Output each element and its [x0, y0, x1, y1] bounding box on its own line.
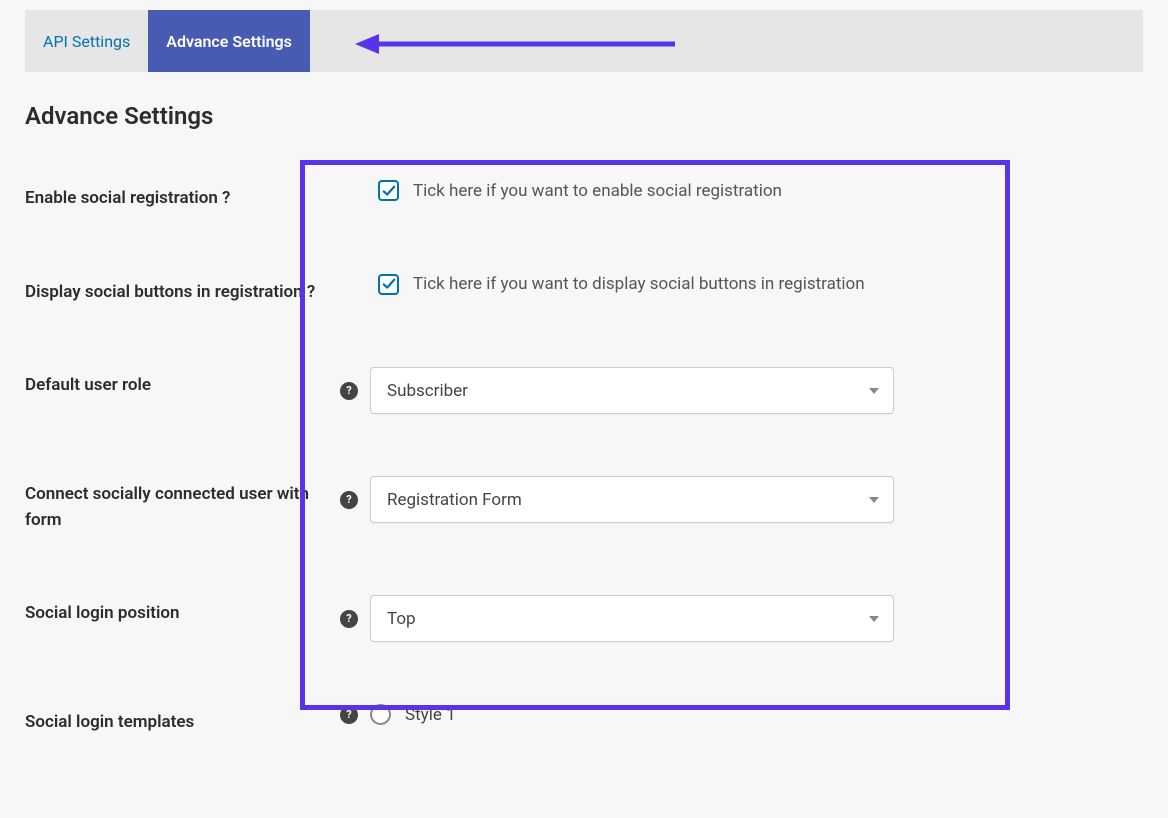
help-icon[interactable]: ?	[340, 382, 358, 400]
settings-content: Advance Settings Enable social registrat…	[0, 72, 1168, 818]
help-icon[interactable]: ?	[340, 610, 358, 628]
select-default-user-role[interactable]: Subscriber	[370, 367, 894, 414]
chevron-down-icon	[869, 388, 879, 394]
label-social-login-position: Social login position	[25, 595, 340, 627]
select-value-social-login-position: Top	[387, 609, 416, 629]
label-social-login-templates: Social login templates	[25, 704, 340, 736]
row-display-social-buttons: Display social buttons in registration ?…	[25, 274, 1143, 306]
row-connect-socially: Connect socially connected user with for…	[25, 476, 1143, 533]
checkbox-label-display-social-buttons: Tick here if you want to display social …	[413, 274, 865, 294]
radio-label-style-1: Style 1	[405, 705, 456, 725]
settings-tabs: API Settings Advance Settings	[25, 10, 1143, 72]
label-default-user-role: Default user role	[25, 367, 340, 399]
label-display-social-buttons: Display social buttons in registration ?	[25, 274, 340, 306]
row-enable-social-registration: Enable social registration ? Tick here i…	[25, 180, 1143, 212]
help-icon[interactable]: ?	[340, 491, 358, 509]
radio-style-1[interactable]	[370, 704, 391, 725]
checkbox-label-enable-social-registration: Tick here if you want to enable social r…	[413, 181, 782, 201]
label-enable-social-registration: Enable social registration ?	[25, 180, 340, 212]
help-icon[interactable]: ?	[340, 706, 358, 724]
checkbox-display-social-buttons[interactable]	[378, 274, 399, 295]
form-table: Enable social registration ? Tick here i…	[25, 180, 1143, 736]
label-connect-socially: Connect socially connected user with for…	[25, 476, 340, 533]
select-social-login-position[interactable]: Top	[370, 595, 894, 642]
page-title: Advance Settings	[25, 102, 1143, 130]
select-connect-socially[interactable]: Registration Form	[370, 476, 894, 523]
row-social-login-position: Social login position ? Top	[25, 595, 1143, 642]
chevron-down-icon	[869, 616, 879, 622]
checkbox-enable-social-registration[interactable]	[378, 180, 399, 201]
select-value-connect-socially: Registration Form	[387, 490, 522, 510]
tab-advance-settings[interactable]: Advance Settings	[148, 10, 310, 72]
row-default-user-role: Default user role ? Subscriber	[25, 367, 1143, 414]
tab-api-settings[interactable]: API Settings	[25, 10, 148, 72]
chevron-down-icon	[869, 497, 879, 503]
select-value-default-user-role: Subscriber	[387, 381, 468, 401]
row-social-login-templates: Social login templates ? Style 1	[25, 704, 1143, 736]
